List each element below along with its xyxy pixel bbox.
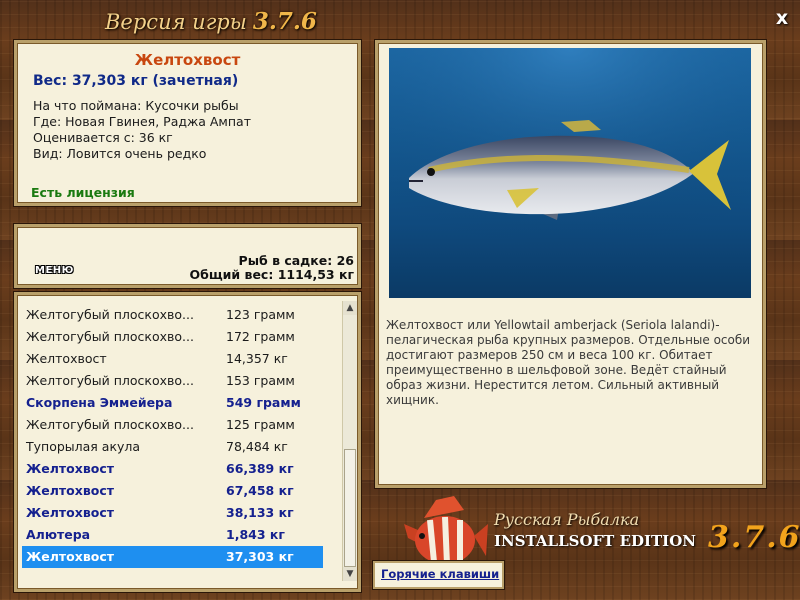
list-item[interactable]: Желтогубый плоскохво... 153 грамм [22,370,323,392]
list-item[interactable]: Скорпена Эммейера 549 грамм [22,392,323,414]
list-item[interactable]: Желтогубый плоскохво... 172 грамм [22,326,323,348]
fish-name: Желтохвост [134,51,241,69]
hotkeys-button[interactable]: Горячие клавиши [373,561,504,589]
logo-edition: INSTALLSOFT EDITION [494,532,696,550]
list-item-name: Тупорылая акула [26,439,141,454]
list-item[interactable]: Желтогубый плоскохво... 125 грамм [22,414,323,436]
list-item[interactable]: Тупорылая акула 78,484 кг [22,436,323,458]
total-weight: Общий вес: 1114,53 кг [189,267,355,282]
list-scrollbar[interactable]: ▲ ▼ [342,301,357,581]
list-item[interactable]: Желтохвост 38,133 кг [22,502,323,524]
game-version-title: Версия игры 3.7.6 [105,8,317,38]
list-item-name: Желтохвост [26,549,114,564]
fish-rated-from: Оценивается с: 36 кг [33,130,173,145]
fish-rarity: Вид: Ловится очень редко [33,146,207,161]
hotkeys-label[interactable]: Горячие клавиши [381,567,499,581]
list-item-name: Желтохвост [26,483,114,498]
list-item-weight: 66,389 кг [226,461,294,476]
close-button[interactable]: x [770,6,794,30]
list-item-name: Желтохвост [26,505,114,520]
list-item-name: Желтохвост [26,461,114,476]
fish-count: Рыб в садке: 26 [238,253,354,268]
scroll-thumb[interactable] [344,449,356,567]
list-item[interactable]: Желтохвост 67,458 кг [22,480,323,502]
fish-info-panel: Желтохвост Вес: 37,303 кг (зачетная) На … [14,40,361,206]
list-item-weight: 153 грамм [226,373,295,388]
list-item-weight: 37,303 кг [226,549,294,564]
yellowtail-fish-image [389,48,751,298]
list-item-weight: 125 грамм [226,417,295,432]
fish-location: Где: Новая Гвинея, Раджа Ампат [33,114,251,129]
list-item-weight: 67,458 кг [226,483,294,498]
catch-list: Желтогубый плоскохво... 123 грамм Желтогуб… [14,292,361,592]
fish-photo [389,48,751,298]
list-item[interactable]: Желтохвост 37,303 кг [22,546,323,568]
list-item-name: Желтогубый плоскохво... [26,329,194,344]
list-item-weight: 123 грамм [226,307,295,322]
fish-bait: На что поймана: Кусочки рыбы [33,98,239,113]
game-version-label: Версия игры [105,10,247,34]
list-item[interactable]: Желтогубый плоскохво... 123 грамм [22,304,323,326]
scroll-down-icon[interactable]: ▼ [343,567,357,581]
list-item-weight: 14,357 кг [226,351,288,366]
list-item-name: Скорпена Эммейера [26,395,173,410]
list-item[interactable]: Желтохвост 66,389 кг [22,458,323,480]
catch-summary-panel: МЕНЮ Рыб в садке: 26 Общий вес: 1114,53 … [14,224,361,288]
list-item-name: Желтогубый плоскохво... [26,417,194,432]
list-item-weight: 38,133 кг [226,505,294,520]
list-item-weight: 549 грамм [226,395,301,410]
license-status: Есть лицензия [31,185,135,200]
list-item-name: Желтохвост [26,351,107,366]
list-item-name: Желтогубый плоскохво... [26,307,194,322]
list-item[interactable]: Желтохвост 14,357 кг [22,348,323,370]
logo-title: Русская Рыбалка [494,510,640,529]
logo-version: 3.7.6 [708,520,800,555]
list-item-name: Желтогубый плоскохво... [26,373,194,388]
list-item-weight: 1,843 кг [226,527,285,542]
list-item-name: Алютера [26,527,91,542]
list-item-weight: 172 грамм [226,329,295,344]
menu-button[interactable]: МЕНЮ [35,265,74,276]
fish-description-panel: Желтохвост или Yellowtail amberjack (Ser… [375,40,766,488]
scroll-up-icon[interactable]: ▲ [343,301,357,315]
fish-weight: Вес: 37,303 кг (зачетная) [33,73,239,89]
list-item-weight: 78,484 кг [226,439,288,454]
game-version-number: 3.7.6 [252,8,317,35]
list-item[interactable]: Алютера 1,843 кг [22,524,323,546]
fish-description: Желтохвост или Yellowtail amberjack (Ser… [386,318,751,407]
